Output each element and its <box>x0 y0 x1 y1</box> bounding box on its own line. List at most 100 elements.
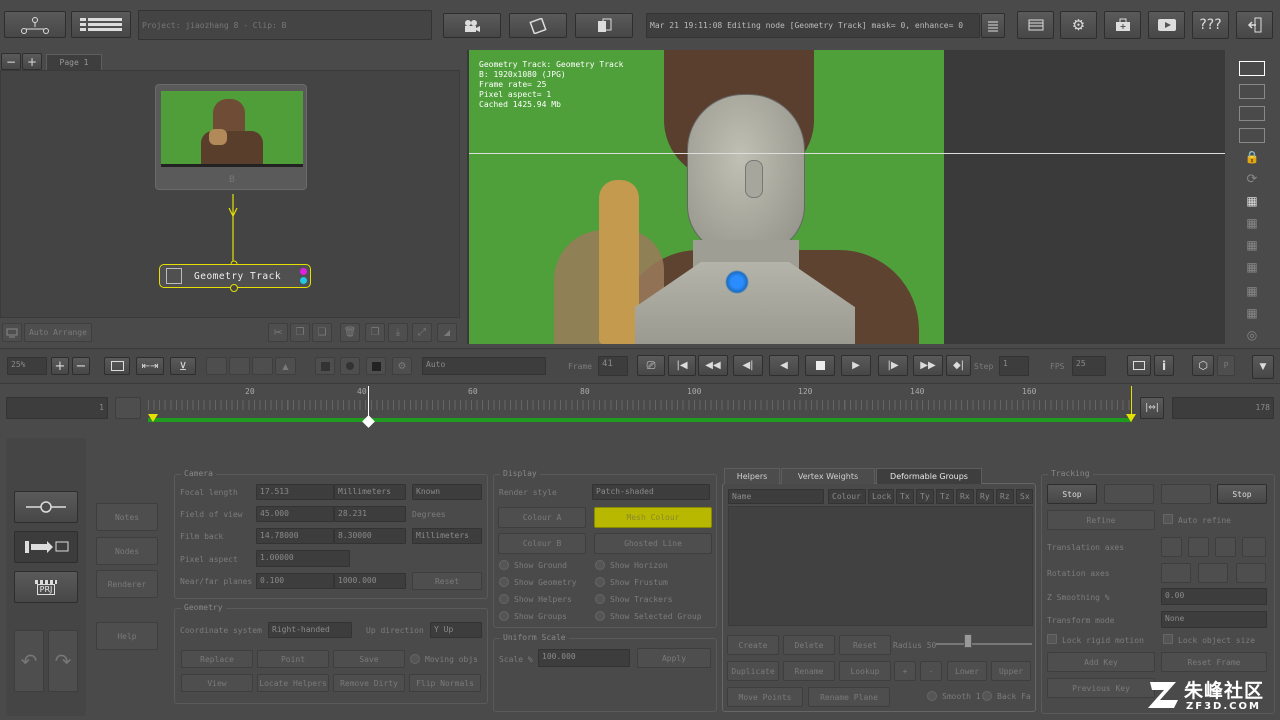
show-trackers-checkbox[interactable] <box>595 594 605 604</box>
reset-frame-button[interactable]: Reset Frame <box>1161 652 1267 672</box>
pixel-aspect-field[interactable]: 1.00000 <box>256 550 350 567</box>
lookup-group-button[interactable]: Lookup <box>839 661 891 681</box>
duplicate-node-button[interactable]: ❐ <box>365 323 385 342</box>
camera-view-button[interactable] <box>443 13 501 38</box>
film-back-unit[interactable]: Millimeters <box>412 528 482 544</box>
node-view-toggle[interactable] <box>2 323 22 342</box>
col-lock[interactable]: Lock <box>868 489 894 504</box>
lock-rigid-motion-checkbox[interactable] <box>1047 634 1057 644</box>
grid-view-1[interactable]: ▦ <box>1238 192 1266 210</box>
colour-a-button[interactable]: Colour A <box>498 507 586 528</box>
radius-slider[interactable] <box>936 643 1032 645</box>
slider-tool-button[interactable] <box>14 491 78 523</box>
channel-button-3[interactable] <box>252 357 273 375</box>
cube-view-button[interactable]: ⬡ <box>1192 355 1214 376</box>
rotation-x-button[interactable] <box>1161 563 1191 583</box>
focal-length-mode[interactable]: Known <box>412 484 482 500</box>
zoom-in-nodes-button[interactable]: + <box>22 53 42 70</box>
display-mode-select[interactable]: Auto <box>422 357 546 375</box>
viewer-image[interactable]: Geometry Track: Geometry Track B: 1920x1… <box>469 50 944 344</box>
zoom-value[interactable]: 25% <box>7 357 47 375</box>
delete-group-button[interactable]: Delete <box>783 635 835 655</box>
far-plane-field[interactable]: 1000.000 <box>334 573 406 589</box>
rotation-y-button[interactable] <box>1198 563 1228 583</box>
reset-group-button[interactable]: Reset <box>839 635 891 655</box>
grid-view-6[interactable]: ▦ <box>1238 304 1266 322</box>
fit-width-button[interactable]: ⇤⇥ <box>136 357 164 375</box>
zoom-out-nodes-button[interactable]: − <box>1 53 21 70</box>
rename-group-button[interactable]: Rename <box>783 661 835 681</box>
info-button[interactable]: i <box>1154 355 1174 376</box>
channel-button-2[interactable] <box>229 357 250 375</box>
goto-start-button[interactable]: |◀ <box>668 355 696 376</box>
camera-reset-button[interactable]: Reset <box>412 572 482 590</box>
import-node-button[interactable]: ⤓ <box>388 323 408 342</box>
fov-field-2[interactable]: 28.231 <box>334 506 406 522</box>
show-ground-checkbox[interactable] <box>499 560 509 570</box>
refresh-view[interactable]: ⟳ <box>1238 170 1266 188</box>
render-mode-2[interactable] <box>340 357 360 375</box>
show-groups-checkbox[interactable] <box>499 611 509 621</box>
delete-node-button[interactable]: 🗑 <box>340 323 360 342</box>
fit-view-button[interactable] <box>104 357 130 375</box>
render-mode-1[interactable] <box>315 357 335 375</box>
goto-end-button[interactable]: ◆| <box>946 355 971 376</box>
fit-nodes-button[interactable]: ⤢ <box>412 323 432 342</box>
start-frame-field[interactable]: 1 <box>6 397 108 419</box>
grow-selection-button[interactable]: + <box>894 661 916 681</box>
export-button[interactable] <box>1104 11 1141 39</box>
node-menu-button[interactable]: ◢ <box>437 323 457 342</box>
fps-field[interactable]: 25 <box>1072 356 1106 376</box>
translation-z-button[interactable] <box>1215 537 1236 557</box>
loop-button[interactable]: ⎚ <box>637 355 665 376</box>
copy-button[interactable] <box>575 13 633 38</box>
save-button[interactable]: Save <box>333 650 405 668</box>
render-style-select[interactable]: Patch-shaded <box>592 484 710 500</box>
ghosted-line-button[interactable]: Ghosted Line <box>594 533 712 554</box>
view-button[interactable]: View <box>181 674 253 692</box>
col-tz[interactable]: Tz <box>936 489 954 504</box>
film-back-field-2[interactable]: 8.30000 <box>334 528 406 544</box>
shrink-selection-button[interactable]: - <box>920 661 942 681</box>
remove-dirty-button[interactable]: Remove Dirty <box>333 674 405 692</box>
render-mode-3[interactable] <box>366 357 386 375</box>
step-forward-button[interactable]: |▶ <box>878 355 908 376</box>
timeline-fit-button[interactable]: |⇔| <box>1140 397 1164 419</box>
lens-view[interactable]: ◎ <box>1238 326 1266 344</box>
notes-button[interactable]: Notes <box>96 503 158 531</box>
auto-refine-checkbox[interactable] <box>1163 514 1173 524</box>
film-back-field-1[interactable]: 14.78000 <box>256 528 334 544</box>
grid-view-5[interactable]: ▦ <box>1238 282 1266 300</box>
mesh-colour-button[interactable]: Mesh Colour <box>594 507 712 528</box>
step-field[interactable]: 1 <box>999 356 1029 376</box>
list-view-button[interactable] <box>71 11 131 38</box>
name-column-header[interactable]: Name <box>728 489 824 504</box>
radius-slider-handle[interactable] <box>964 634 972 648</box>
colour-b-button[interactable]: Colour B <box>498 533 586 554</box>
fov-field-1[interactable]: 45.000 <box>256 506 334 522</box>
undo-button[interactable]: ↶ <box>14 630 44 692</box>
track-back-step-button[interactable] <box>1104 484 1154 504</box>
create-group-button[interactable]: Create <box>727 635 779 655</box>
translation-all-button[interactable] <box>1242 537 1266 557</box>
point-button[interactable]: Point <box>257 650 329 668</box>
track-forward-stop-button[interactable]: Stop <box>1217 484 1267 504</box>
rewind-button[interactable]: ◀◀ <box>698 355 728 376</box>
center-button[interactable]: ⊻ <box>170 357 196 375</box>
col-rx[interactable]: Rx <box>956 489 974 504</box>
help-tool-button[interactable]: Help <box>96 622 158 650</box>
up-direction-select[interactable]: Y Up <box>430 622 482 638</box>
table-view-button[interactable] <box>1017 11 1054 39</box>
renderer-button[interactable]: Renderer <box>96 570 158 598</box>
p-button[interactable]: P <box>1217 355 1235 376</box>
show-geometry-checkbox[interactable] <box>499 577 509 587</box>
rename-plane-button[interactable]: Rename Plane <box>808 687 890 707</box>
nodes-button[interactable]: Nodes <box>96 537 158 565</box>
settings-button[interactable]: ⚙ <box>1060 11 1097 39</box>
output-tool-button[interactable] <box>14 531 78 563</box>
lower-button[interactable]: Lower <box>947 661 987 681</box>
help-button[interactable]: ??? <box>1192 11 1229 39</box>
tab-helpers[interactable]: Helpers <box>724 468 780 484</box>
copy-node-button[interactable]: ❐ <box>290 323 310 342</box>
add-key-button[interactable]: Add Key <box>1047 652 1155 672</box>
